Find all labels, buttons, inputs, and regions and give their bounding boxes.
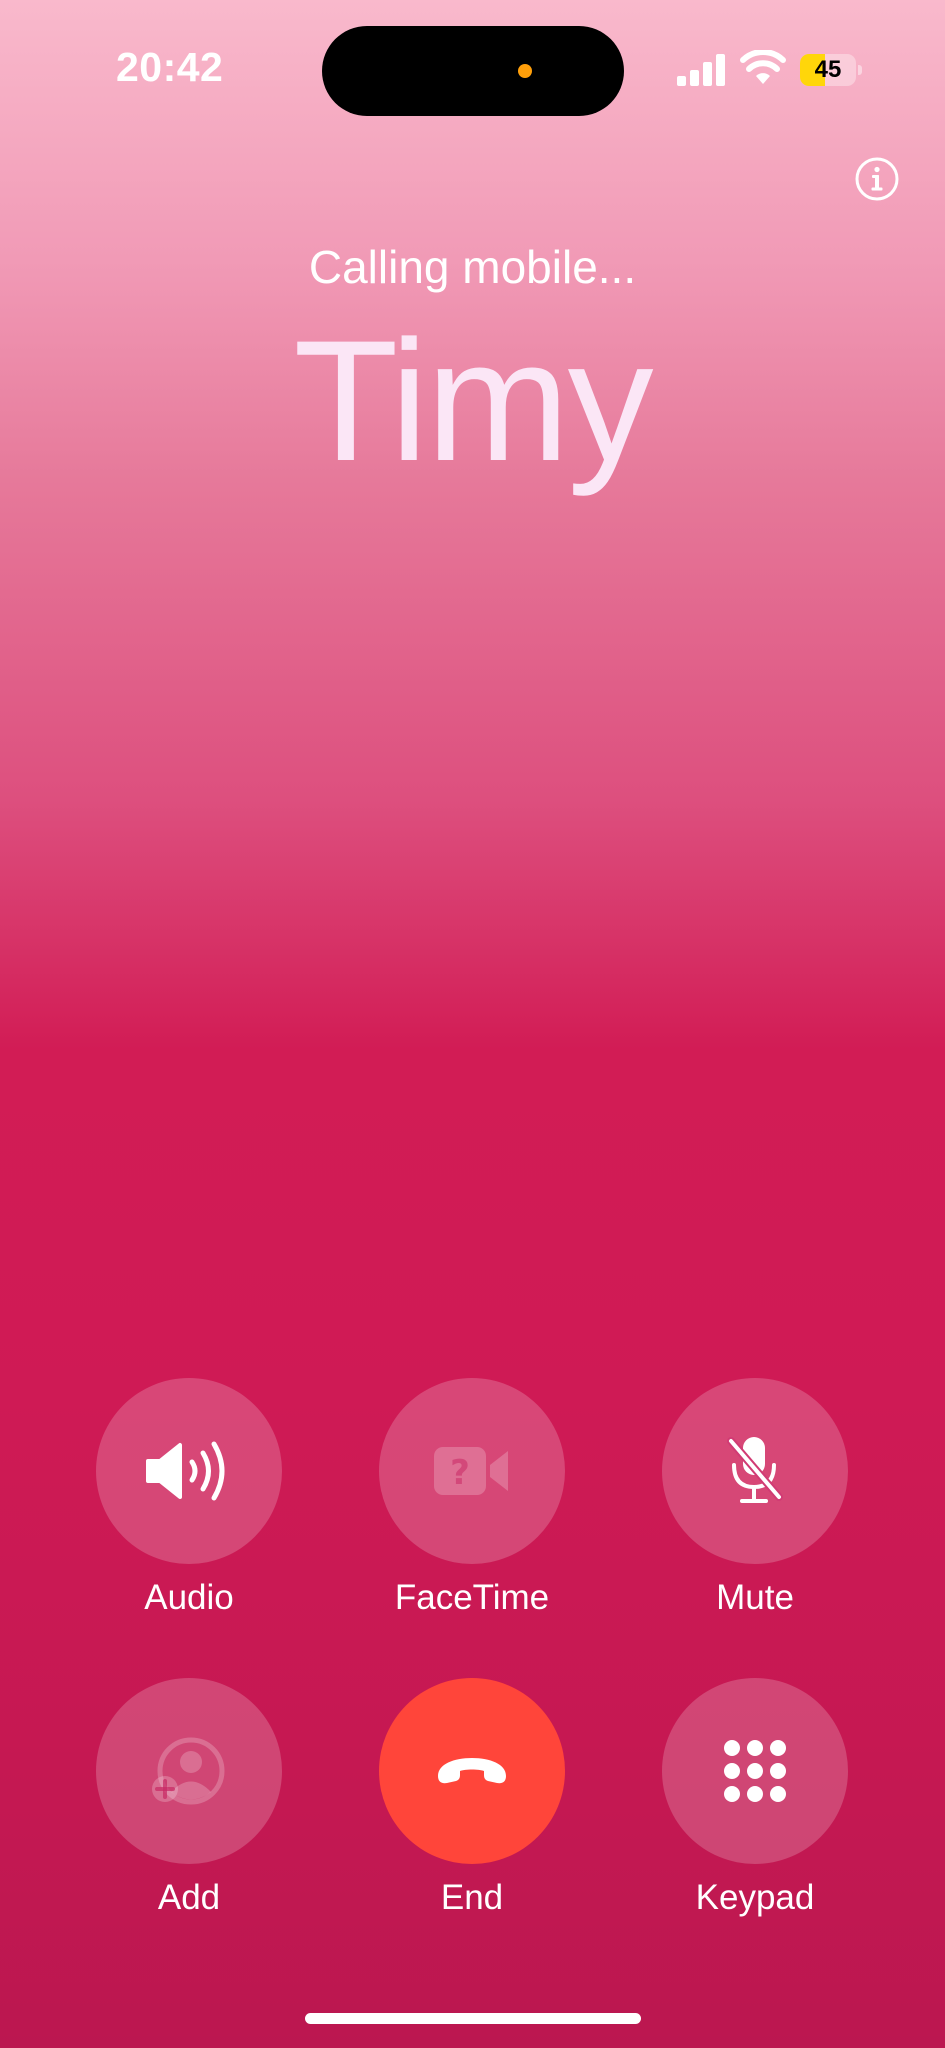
add-button[interactable] — [96, 1678, 282, 1864]
info-circle-icon[interactable] — [855, 157, 899, 201]
facetime-button[interactable]: ? — [379, 1378, 565, 1564]
phone-hangup-icon — [438, 1758, 506, 1784]
end-label: End — [440, 1878, 504, 1917]
microphone-slash-icon — [727, 1437, 783, 1503]
home-indicator[interactable] — [305, 2013, 641, 2024]
dynamic-island — [322, 26, 624, 116]
cellular-signal-icon — [677, 54, 725, 86]
keypad-grid-icon — [724, 1740, 786, 1802]
privacy-indicator-dot — [518, 64, 532, 78]
add-person-icon — [152, 1737, 225, 1805]
facetime-unavailable-icon: ? — [434, 1447, 508, 1495]
mute-label: Mute — [716, 1578, 794, 1617]
keypad-button[interactable] — [662, 1678, 848, 1864]
speaker-wave-icon — [146, 1441, 225, 1501]
battery-level: 45 — [814, 56, 842, 83]
facetime-control: ? FaceTime — [379, 1378, 565, 1618]
battery-body: 45 — [800, 54, 856, 86]
end-control: End — [379, 1678, 565, 1918]
audio-control: Audio — [96, 1378, 282, 1618]
audio-button[interactable] — [96, 1378, 282, 1564]
status-bar: 20:42 45 — [0, 0, 945, 140]
keypad-control: Keypad — [662, 1678, 848, 1918]
wifi-icon — [740, 50, 786, 84]
mute-button[interactable] — [662, 1378, 848, 1564]
audio-label: Audio — [144, 1578, 234, 1617]
facetime-label: FaceTime — [394, 1578, 550, 1617]
keypad-label: Keypad — [695, 1878, 815, 1917]
battery-cap — [858, 65, 862, 75]
add-label: Add — [157, 1878, 221, 1917]
caller-name: Timy — [293, 305, 653, 497]
mute-control: Mute — [662, 1378, 848, 1618]
end-call-button[interactable] — [379, 1678, 565, 1864]
add-control: Add — [96, 1678, 282, 1918]
status-time: 20:42 — [116, 44, 224, 90]
call-status: Calling mobile... — [308, 241, 637, 293]
svg-text:?: ? — [450, 1453, 470, 1493]
battery-icon: 45 — [800, 54, 862, 86]
